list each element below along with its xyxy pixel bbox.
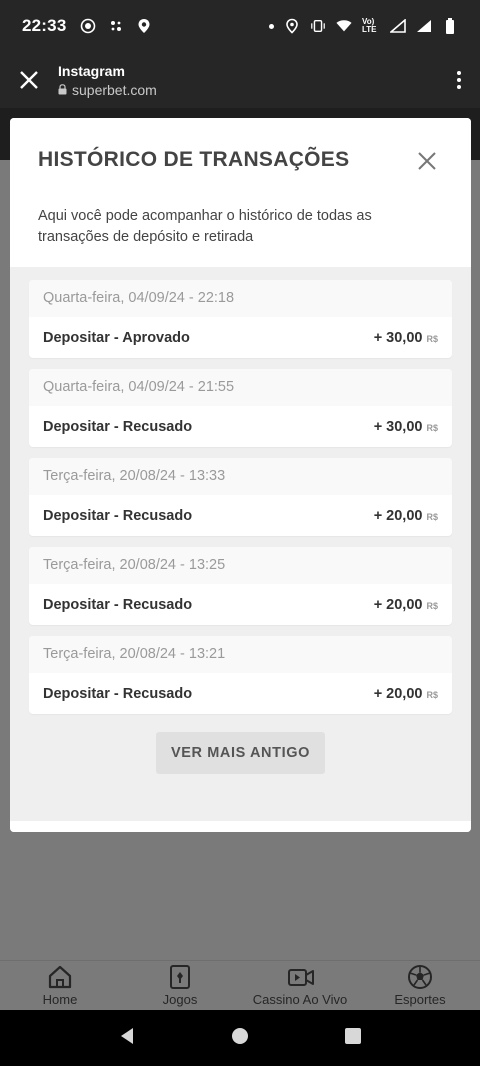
transaction-date: Terça-feira, 20/08/24 - 13:25 xyxy=(29,547,452,584)
transaction-date: Quarta-feira, 04/09/24 - 21:55 xyxy=(29,369,452,406)
transaction-amount-value: + 30,00 xyxy=(373,418,423,435)
transaction-date: Quarta-feira, 04/09/24 - 22:18 xyxy=(29,280,452,317)
more-button-wrap: VER MAIS ANTIGO xyxy=(29,732,452,774)
browser-toolbar: Instagram superbet.com xyxy=(0,52,480,108)
transaction-label: Depositar - Recusado xyxy=(43,596,193,613)
battery-icon xyxy=(442,18,458,34)
nav-item-esportes[interactable]: Esportes xyxy=(360,961,480,1010)
transaction-card: Terça-feira, 20/08/24 - 13:25 Depositar … xyxy=(29,547,452,625)
transaction-currency: R$ xyxy=(426,600,438,611)
live-camera-icon xyxy=(287,964,314,990)
transaction-row: Depositar - Recusado + 30,00 R$ xyxy=(29,406,452,447)
modal-description: Aqui você pode acompanhar o histórico de… xyxy=(38,208,372,245)
view-older-button[interactable]: VER MAIS ANTIGO xyxy=(156,732,325,774)
nav-item-jogos[interactable]: Jogos xyxy=(120,961,240,1010)
bottom-navigation: Home Jogos Cassino Ao Vivo Esportes xyxy=(0,960,480,1010)
transaction-amount: + 20,00 R$ xyxy=(374,508,438,524)
system-navigation-bar xyxy=(0,1010,480,1066)
transaction-card: Terça-feira, 20/08/24 - 13:33 Depositar … xyxy=(29,458,452,536)
transaction-amount: + 20,00 R$ xyxy=(374,597,438,613)
modal-title: HISTÓRICO DE TRANSAÇÕES xyxy=(38,148,350,171)
status-time: 22:33 xyxy=(22,16,67,35)
transaction-date: Terça-feira, 20/08/24 - 13:21 xyxy=(29,636,452,673)
transaction-row: Depositar - Recusado + 20,00 R$ xyxy=(29,584,452,625)
nav-label: Jogos xyxy=(162,992,198,1007)
nav-label: Esportes xyxy=(394,992,446,1007)
transaction-label: Depositar - Recusado xyxy=(43,418,193,435)
transactions-modal: HISTÓRICO DE TRANSAÇÕES Aqui você pode a… xyxy=(10,118,471,832)
browser-title: Instagram xyxy=(58,62,125,79)
home-icon xyxy=(47,964,73,990)
modal-footer xyxy=(10,821,471,832)
transaction-row: Depositar - Aprovado + 30,00 R$ xyxy=(29,317,452,358)
transactions-list: Quarta-feira, 04/09/24 - 22:18 Depositar… xyxy=(10,267,471,821)
back-icon[interactable] xyxy=(117,1026,137,1051)
wifi-icon xyxy=(336,18,352,34)
browser-url[interactable]: superbet.com xyxy=(58,82,157,98)
app-notification-icon xyxy=(108,18,124,34)
modal-close-icon[interactable] xyxy=(417,151,437,171)
transaction-card: Quarta-feira, 04/09/24 - 22:18 Depositar… xyxy=(29,280,452,358)
transaction-currency: R$ xyxy=(426,689,438,700)
transaction-row: Depositar - Recusado + 20,00 R$ xyxy=(29,673,452,714)
nav-item-home[interactable]: Home xyxy=(0,961,120,1010)
transaction-label: Depositar - Recusado xyxy=(43,685,193,702)
vibrate-icon xyxy=(310,18,326,34)
transaction-amount-value: + 20,00 xyxy=(373,507,423,524)
transaction-card: Terça-feira, 20/08/24 - 13:21 Depositar … xyxy=(29,636,452,714)
browser-url-text: superbet.com xyxy=(72,81,157,98)
lock-icon xyxy=(58,82,67,98)
network-label: Vo) LTE xyxy=(362,17,377,34)
status-notification-icons xyxy=(80,18,152,34)
status-bar: 22:33 Vo) LTE xyxy=(0,0,480,52)
status-system-icons: Vo) LTE xyxy=(269,18,458,34)
home-circle-icon[interactable] xyxy=(230,1026,250,1051)
location-pin-icon xyxy=(136,18,152,34)
transaction-currency: R$ xyxy=(426,511,438,522)
transaction-amount: + 30,00 R$ xyxy=(374,330,438,346)
transaction-label: Depositar - Recusado xyxy=(43,507,193,524)
cards-icon xyxy=(167,964,193,990)
dot-icon xyxy=(269,23,274,29)
transaction-date: Terça-feira, 20/08/24 - 13:33 xyxy=(29,458,452,495)
signal-full-icon xyxy=(416,18,432,34)
nav-item-cassino-ao-vivo[interactable]: Cassino Ao Vivo xyxy=(240,961,360,1010)
gps-icon xyxy=(284,18,300,34)
signal-icon xyxy=(390,18,406,34)
transaction-card: Quarta-feira, 04/09/24 - 21:55 Depositar… xyxy=(29,369,452,447)
close-icon[interactable] xyxy=(18,69,40,91)
soccer-ball-icon xyxy=(407,964,433,990)
nav-label: Cassino Ao Vivo xyxy=(252,992,348,1007)
nav-label: Home xyxy=(42,992,78,1007)
browser-titles: Instagram superbet.com xyxy=(58,63,157,98)
more-options-icon[interactable] xyxy=(456,71,462,89)
modal-header: HISTÓRICO DE TRANSAÇÕES Aqui você pode a… xyxy=(10,118,471,267)
recents-icon[interactable] xyxy=(343,1026,363,1051)
transaction-label: Depositar - Aprovado xyxy=(43,329,190,346)
transaction-amount-value: + 20,00 xyxy=(373,596,423,613)
transaction-amount-value: + 20,00 xyxy=(373,685,423,702)
transaction-currency: R$ xyxy=(426,333,438,344)
record-icon xyxy=(80,18,96,34)
transaction-row: Depositar - Recusado + 20,00 R$ xyxy=(29,495,452,536)
transaction-amount: + 20,00 R$ xyxy=(374,686,438,702)
transaction-currency: R$ xyxy=(426,422,438,433)
transaction-amount-value: + 30,00 xyxy=(373,329,423,346)
transaction-amount: + 30,00 R$ xyxy=(374,419,438,435)
